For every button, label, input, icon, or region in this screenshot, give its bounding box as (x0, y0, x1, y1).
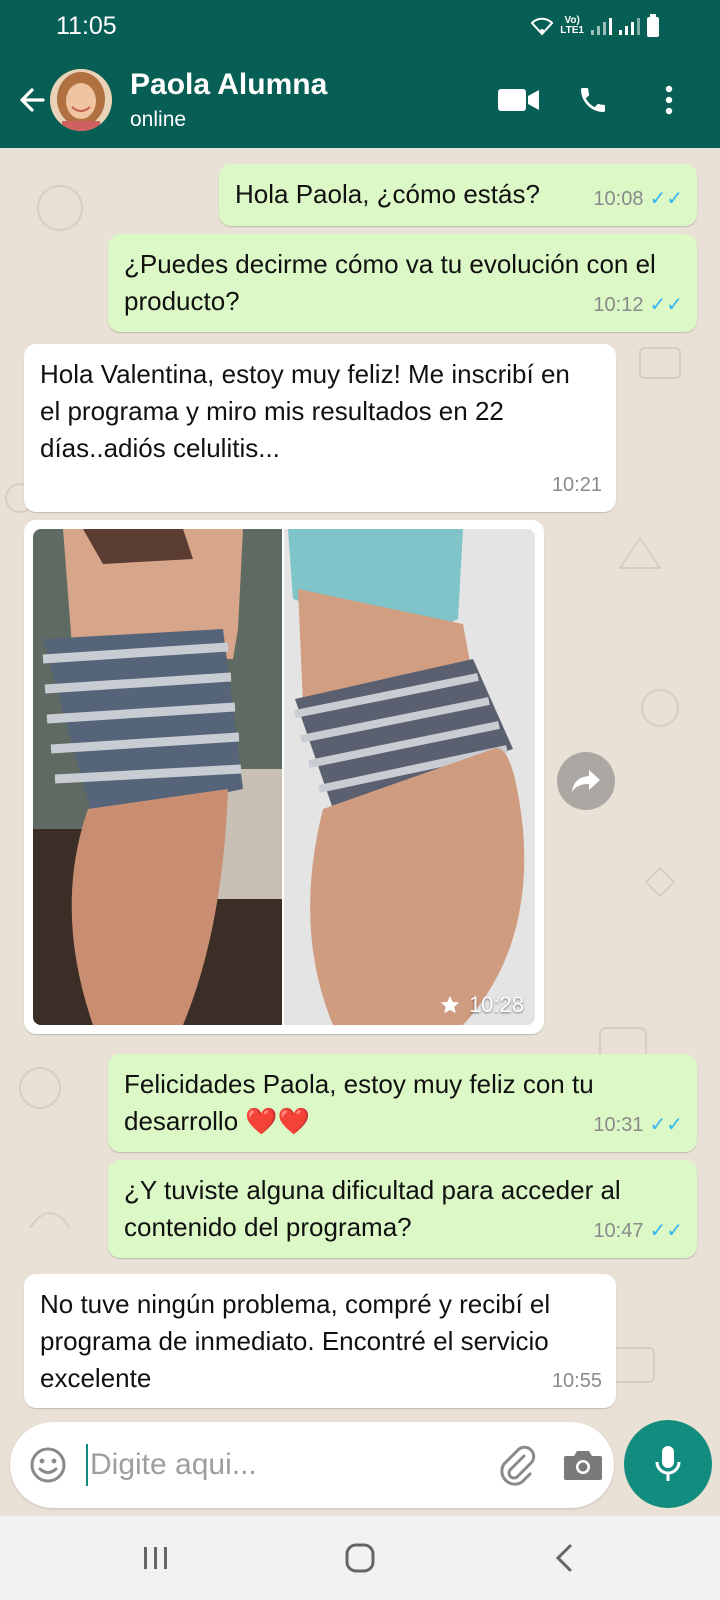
contact-name[interactable]: Paola Alumna (130, 68, 327, 102)
camera-icon (564, 1451, 602, 1480)
message-time: 10:28 (468, 992, 524, 1017)
wifi-icon (530, 17, 554, 36)
contact-status: online (130, 108, 187, 131)
message-time: 10:55 (551, 1370, 602, 1392)
status-bar: 11:05 Vo) LTE1 (0, 0, 720, 52)
battery-icon (647, 14, 659, 37)
message-meta: 10:31 ✓✓ (593, 1107, 683, 1144)
read-receipt-icon: ✓✓ (649, 294, 683, 316)
message-meta: 10:12 ✓✓ (593, 287, 683, 324)
message-outgoing[interactable]: ¿Puedes decirme cómo va tu evolución con… (108, 234, 697, 332)
message-meta: 10:08 ✓✓ (593, 181, 683, 218)
message-text: Hola Valentina, estoy muy feliz! Me insc… (40, 359, 570, 463)
message-text: Felicidades Paola, estoy muy feliz con t… (124, 1069, 594, 1136)
mic-icon (655, 1446, 681, 1481)
message-outgoing[interactable]: Felicidades Paola, estoy muy feliz con t… (108, 1054, 697, 1152)
back-button[interactable] (12, 80, 52, 120)
video-call-button[interactable] (494, 78, 544, 122)
message-text: Hola Paola, ¿cómo estás? (235, 179, 540, 209)
voice-call-button[interactable] (568, 78, 618, 122)
more-options-button[interactable] (644, 78, 694, 122)
nav-back-button[interactable] (534, 1534, 594, 1582)
message-time: 10:12 (593, 294, 644, 316)
text-cursor (86, 1444, 88, 1486)
message-meta: 10:55 (552, 1363, 602, 1400)
camera-button[interactable] (560, 1442, 606, 1488)
message-time: 10:47 (593, 1220, 644, 1242)
message-text: ¿Y tuviste alguna dificultad para accede… (124, 1175, 621, 1242)
read-receipt-icon: ✓✓ (649, 1220, 683, 1242)
nav-back-icon (555, 1544, 572, 1572)
home-icon (345, 1543, 375, 1573)
message-incoming[interactable]: Hola Valentina, estoy muy feliz! Me insc… (24, 344, 616, 512)
message-text: No tuve ningún problema, compré y recibí… (40, 1289, 551, 1393)
read-receipt-icon: ✓✓ (649, 1114, 683, 1136)
recent-apps-icon (144, 1547, 167, 1569)
voice-message-button[interactable] (624, 1420, 712, 1508)
system-nav-bar (0, 1516, 720, 1600)
avatar[interactable] (50, 69, 112, 131)
before-after-photo (33, 529, 535, 1025)
attach-icon (500, 1445, 536, 1486)
status-icons: Vo) LTE1 (530, 14, 660, 38)
chat-header: Paola Alumna online (0, 52, 720, 148)
message-text: ¿Puedes decirme cómo va tu evolución con… (124, 249, 656, 316)
message-meta: 10:28 (439, 992, 524, 1018)
forward-button[interactable] (557, 752, 615, 810)
message-meta: 10:21 (552, 467, 602, 504)
message-outgoing[interactable]: Hola Paola, ¿cómo estás? 10:08 ✓✓ (219, 164, 697, 226)
message-outgoing[interactable]: ¿Y tuviste alguna dificultad para accede… (108, 1160, 697, 1258)
forward-icon (572, 770, 600, 792)
phone-icon (581, 88, 605, 112)
recent-apps-button[interactable] (126, 1534, 186, 1582)
message-input[interactable] (90, 1442, 470, 1488)
read-receipt-icon: ✓✓ (649, 188, 683, 210)
message-time: 10:08 (593, 188, 644, 210)
video-call-icon (498, 89, 539, 111)
chat-area[interactable]: Hola Paola, ¿cómo estás? 10:08 ✓✓ ¿Puede… (0, 148, 720, 1422)
avatar-photo (50, 69, 112, 131)
message-composer (10, 1422, 614, 1508)
home-button[interactable] (330, 1534, 390, 1582)
attach-button[interactable] (494, 1442, 540, 1488)
emoji-icon (30, 1447, 66, 1483)
message-time: 10:31 (593, 1114, 644, 1136)
message-incoming[interactable]: No tuve ningún problema, compré y recibí… (24, 1274, 616, 1408)
more-options-icon (665, 85, 673, 115)
message-meta: 10:47 ✓✓ (593, 1213, 683, 1250)
back-arrow-icon (20, 88, 45, 112)
status-time: 11:05 (56, 12, 117, 40)
image-attachment[interactable] (33, 529, 535, 1025)
signal-icon (619, 18, 640, 35)
star-icon (440, 995, 460, 1014)
emoji-button[interactable] (28, 1445, 68, 1485)
network-type-label: Vo) LTE1 (560, 15, 584, 36)
message-incoming-image[interactable]: 10:28 (24, 520, 544, 1034)
message-time: 10:21 (551, 474, 602, 496)
signal-icon (591, 18, 612, 35)
